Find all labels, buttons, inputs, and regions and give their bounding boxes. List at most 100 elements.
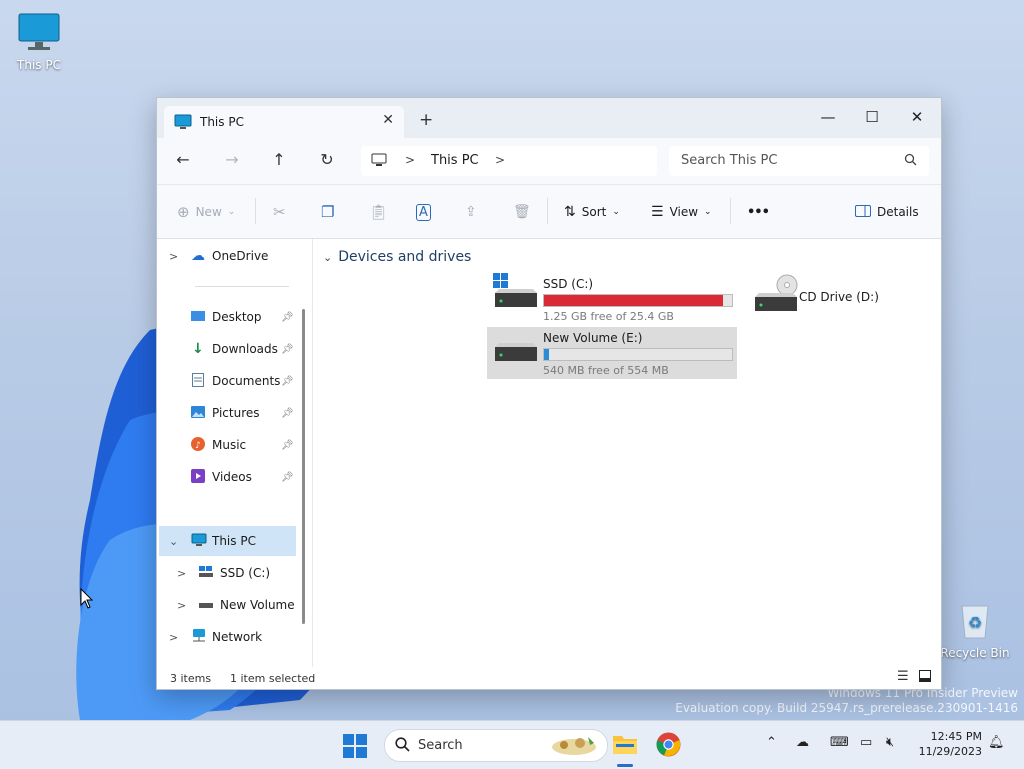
cd-drive-icon xyxy=(753,273,799,316)
sidebar-item-onedrive[interactable]: > ☁ OneDrive xyxy=(159,241,296,271)
windows-logo-icon xyxy=(343,734,367,758)
sidebar-item-this-pc[interactable]: ⌄ This PC xyxy=(159,526,296,556)
copy-button[interactable]: ❐ xyxy=(321,201,334,223)
back-arrow-icon[interactable]: ← xyxy=(171,150,195,172)
refresh-icon[interactable]: ↻ xyxy=(315,150,339,172)
navigation-pane: > ☁ OneDrive Desktop 📌︎ ↓ Downloads 📌︎ D… xyxy=(157,239,313,667)
chevron-right-icon: > xyxy=(169,630,179,644)
keyboard-icon[interactable]: ⌨ xyxy=(830,735,849,750)
title-bar: This PC ✕ + — ☐ ✕ xyxy=(157,98,941,138)
status-bar: 3 items 1 item selected ☰ xyxy=(157,667,941,689)
sidebar-item-ssd-c[interactable]: > SSD (C:) xyxy=(159,558,296,588)
delete-button[interactable]: 🗑︎ xyxy=(513,201,531,223)
drive-icon xyxy=(199,565,213,581)
breadcrumb[interactable]: > This PC > xyxy=(361,146,657,176)
up-arrow-icon[interactable]: ↑ xyxy=(267,150,291,172)
item-count: 3 items xyxy=(170,672,212,685)
pin-icon[interactable]: 📌︎ xyxy=(281,344,294,355)
tab-title: This PC xyxy=(200,115,244,129)
sidebar-item-downloads[interactable]: ↓ Downloads 📌︎ xyxy=(159,334,296,364)
pin-icon[interactable]: 📌︎ xyxy=(281,440,294,451)
pin-icon[interactable]: 📌︎ xyxy=(281,472,294,483)
desktop-icon-this-pc[interactable]: This PC xyxy=(9,12,69,72)
sidebar-item-network[interactable]: > Network xyxy=(159,622,296,652)
pin-icon[interactable]: 📌︎ xyxy=(281,376,294,387)
chevron-down-icon: ⌄ xyxy=(612,207,620,217)
mouse-cursor xyxy=(80,588,94,609)
desktop-folder-icon xyxy=(191,310,205,325)
paste-button[interactable]: 📋︎ xyxy=(369,201,388,223)
view-button[interactable]: ☰ View ⌄ xyxy=(651,201,712,223)
drive-usage-fill xyxy=(544,349,549,360)
display-icon[interactable]: ▭ xyxy=(860,735,872,750)
rename-icon: A xyxy=(416,203,431,221)
minimize-button[interactable]: — xyxy=(805,104,851,130)
sidebar-item-music[interactable]: ♪ Music 📌︎ xyxy=(159,430,296,460)
drive-icon xyxy=(199,598,213,612)
forward-arrow-icon[interactable]: → xyxy=(220,150,244,172)
volume-muted-icon[interactable]: 🔇︎ xyxy=(886,735,894,750)
details-button[interactable]: Details xyxy=(855,201,919,223)
breadcrumb-location[interactable]: This PC xyxy=(431,153,479,168)
download-icon: ↓ xyxy=(192,341,204,357)
system-clock[interactable]: 12:45 PM 11/29/2023 xyxy=(916,729,982,759)
drive-cd-d[interactable]: CD Drive (D:) xyxy=(747,273,937,325)
close-button[interactable]: ✕ xyxy=(894,104,940,130)
chevron-right-icon: > xyxy=(495,153,506,167)
cut-button[interactable]: ✂ xyxy=(273,201,286,223)
tiles-view-icon[interactable] xyxy=(919,670,931,685)
tab-this-pc[interactable]: This PC ✕ xyxy=(164,106,404,138)
new-tab-button[interactable]: + xyxy=(419,110,433,130)
drive-usage-fill xyxy=(544,295,723,306)
sort-button[interactable]: ⇅ Sort ⌄ xyxy=(564,201,620,223)
onedrive-offline-icon[interactable]: ☁ xyxy=(796,735,809,750)
chevron-right-icon: > xyxy=(177,566,187,580)
chevron-down-icon: ⌄ xyxy=(704,207,712,217)
cloud-icon: ☁ xyxy=(191,248,205,264)
maximize-button[interactable]: ☐ xyxy=(849,104,895,130)
taskbar-search-box[interactable]: Search xyxy=(384,729,608,762)
chevron-down-icon: ⌄ xyxy=(169,534,179,548)
chevron-up-icon[interactable]: ⌃ xyxy=(766,735,777,750)
tab-close-icon[interactable]: ✕ xyxy=(382,112,394,128)
start-button[interactable] xyxy=(343,734,367,761)
drive-new-volume-e[interactable]: New Volume (E:) 540 MB free of 554 MB xyxy=(487,327,737,379)
sort-button-label: Sort xyxy=(581,205,607,219)
pictures-icon xyxy=(191,405,205,421)
drive-usage-bar xyxy=(543,294,733,307)
taskbar-file-explorer[interactable] xyxy=(612,733,638,758)
share-icon: ⇪ xyxy=(465,204,477,220)
share-button[interactable]: ⇪ xyxy=(465,201,477,223)
details-view-icon[interactable]: ☰ xyxy=(897,669,909,684)
music-icon: ♪ xyxy=(191,436,205,454)
chevron-right-icon: > xyxy=(177,598,187,612)
rename-button[interactable]: A xyxy=(416,201,431,223)
sidebar-divider xyxy=(195,286,289,287)
pin-icon[interactable]: 📌︎ xyxy=(281,312,294,323)
desktop-icon-recycle-bin[interactable]: ♻ Recycle Bin xyxy=(940,600,1010,660)
file-explorer-window: This PC ✕ + — ☐ ✕ ← → ↑ ↻ > This PC > Se… xyxy=(156,97,942,690)
chevron-right-icon: > xyxy=(169,249,179,263)
more-options-button[interactable]: ••• xyxy=(747,201,770,223)
taskbar-chrome[interactable] xyxy=(656,732,681,760)
search-input[interactable]: Search This PC xyxy=(669,146,929,176)
sidebar-item-videos[interactable]: Videos 📌︎ xyxy=(159,462,296,492)
drive-name: New Volume (E:) xyxy=(543,331,643,345)
view-list-icon: ☰ xyxy=(651,204,664,220)
group-header-devices[interactable]: ⌄ Devices and drives xyxy=(323,249,471,265)
notification-bell-icon[interactable]: 🔔︎ xyxy=(988,735,1005,750)
clock-time: 12:45 PM xyxy=(930,730,982,743)
new-button[interactable]: ⊕ New ⌄ xyxy=(177,201,235,223)
svg-text:♪: ♪ xyxy=(195,441,201,451)
sidebar-item-pictures[interactable]: Pictures 📌︎ xyxy=(159,398,296,428)
drive-ssd-c[interactable]: SSD (C:) 1.25 GB free of 25.4 GB xyxy=(487,273,739,325)
navigation-scrollbar[interactable] xyxy=(302,309,305,624)
sidebar-item-new-volume-e[interactable]: > New Volume (E:) xyxy=(159,590,296,620)
svg-text:♻: ♻ xyxy=(968,613,982,632)
selection-count: 1 item selected xyxy=(230,672,316,685)
active-app-indicator xyxy=(617,764,633,767)
chevron-down-icon: ⌄ xyxy=(227,207,236,217)
pin-icon[interactable]: 📌︎ xyxy=(281,408,294,419)
sidebar-item-desktop[interactable]: Desktop 📌︎ xyxy=(159,302,296,332)
sidebar-item-documents[interactable]: Documents 📌︎ xyxy=(159,366,296,396)
